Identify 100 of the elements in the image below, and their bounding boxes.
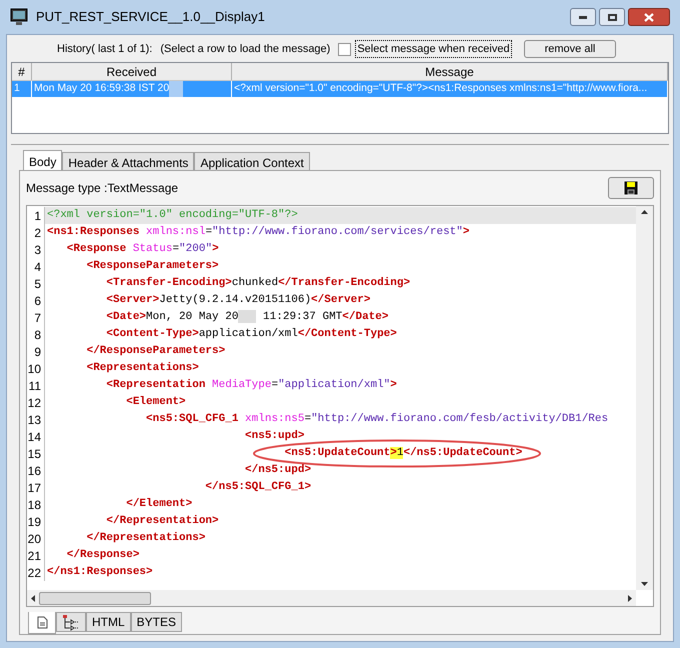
code-token: <ns5:UpdateCount	[284, 447, 390, 460]
code-token: </ns5:UpdateCount>	[403, 447, 522, 460]
document-icon	[36, 616, 48, 629]
scroll-thumb[interactable]	[39, 592, 151, 604]
history-hint: (Select a row to load the message)	[160, 42, 330, 57]
code-token: application/xml	[198, 328, 298, 340]
window-title: PUT_REST_SERVICE__1.0__Display1	[36, 8, 265, 26]
close-button[interactable]	[628, 8, 670, 26]
line-number: 15	[27, 445, 45, 462]
line-number: 17	[27, 479, 45, 496]
line-number: 13	[27, 411, 45, 428]
scroll-right-icon	[628, 594, 632, 602]
line-number: 20	[27, 530, 45, 547]
close-icon	[644, 12, 654, 22]
redaction-block	[238, 310, 256, 323]
code-token: </ns5:SQL_CFG_1>	[204, 481, 312, 494]
tab[interactable]: Application Context	[194, 152, 310, 170]
code-token: "http://www.fiorano.com/services/rest"	[212, 226, 463, 238]
code-token: >	[390, 379, 397, 392]
tree-icon	[62, 614, 80, 630]
code-token: <Date>	[105, 311, 146, 324]
code-token: =	[304, 413, 312, 426]
code-token: </Content-Type>	[298, 328, 397, 340]
horizontal-scrollbar[interactable]	[27, 590, 636, 606]
code-token: <ns1:Responses	[47, 226, 140, 238]
table-cell-text: <?xml version="1.0" encoding="UTF-8"?><ns1:Responses xmlns:ns1="http://www.fiora...	[234, 81, 648, 96]
tab[interactable]: Header & Attachments	[62, 152, 194, 170]
save-button[interactable]	[608, 177, 654, 199]
code-token: <?xml version="1.0" encoding="UTF-8"?>	[47, 209, 298, 222]
vertical-scrollbar[interactable]	[636, 206, 653, 590]
code-token: </ResponseParameters>	[86, 345, 226, 358]
code-token: <ns5:upd>	[244, 430, 304, 442]
checkbox-label: Select message when received	[355, 40, 512, 58]
line-number: 22	[27, 564, 45, 581]
code-token: <Content-Type>	[105, 328, 199, 340]
line-number: 8	[27, 326, 45, 343]
code-token: <Server>	[105, 294, 160, 306]
code-token: "application/xml"	[278, 379, 390, 392]
code-token: </Representations>	[86, 532, 206, 544]
view-tab[interactable]: HTML	[86, 612, 131, 632]
code-token: >	[390, 447, 397, 460]
scroll-down-icon	[641, 582, 648, 586]
line-number: 14	[27, 428, 45, 445]
line-number: 2	[27, 224, 45, 241]
column-header[interactable]: #	[12, 63, 32, 80]
code-token: </ns1:Responses>	[47, 566, 153, 578]
line-number: 9	[27, 343, 45, 360]
column-header[interactable]: Message	[232, 63, 668, 80]
column-header[interactable]: Received	[32, 63, 232, 80]
code-token: chunked	[232, 277, 278, 290]
code-token: <ns5:SQL_CFG_1	[145, 413, 238, 426]
code-token: </Element>	[125, 498, 192, 510]
scroll-left-icon	[31, 594, 35, 602]
line-number: 19	[27, 513, 45, 530]
line-number: 5	[27, 275, 45, 292]
select-checkbox[interactable]	[338, 42, 352, 56]
view-tab[interactable]	[56, 612, 86, 632]
message-type-label: Message type :TextMessage	[26, 180, 178, 197]
code-token: >	[212, 243, 219, 256]
line-number: 10	[27, 360, 45, 377]
line-number: 7	[27, 309, 45, 326]
code-token: =	[172, 243, 180, 256]
code-token: <Representations>	[86, 362, 199, 374]
code-token: >	[462, 226, 470, 238]
tab[interactable]: Body	[23, 150, 62, 170]
line-number: 18	[27, 496, 45, 513]
code-token: =	[271, 379, 278, 392]
line-number: 11	[27, 377, 45, 394]
code-token: <Representation	[105, 379, 206, 392]
code-token: Status	[132, 243, 172, 256]
code-token: MediaType	[211, 379, 272, 392]
code-token: xmlns:ns5	[244, 413, 304, 426]
code-token: =	[205, 226, 212, 238]
code-token: Jetty(9.2.14.v20151106)	[159, 294, 312, 306]
code-token: </Date>	[342, 311, 388, 324]
code-token: xmlns:nsl	[145, 226, 206, 238]
monitor-icon	[10, 8, 28, 26]
code-token: "http://www.fiorano.com/fesb/activity/DB1/Res	[311, 413, 608, 426]
table-cell-text: 1	[14, 81, 20, 96]
minimize-button[interactable]	[570, 8, 596, 26]
code-token: </ns5:upd>	[244, 464, 312, 476]
code-token: <Element>	[125, 396, 186, 408]
code-token: Mon, 20 May 20	[146, 311, 238, 324]
table-cell-text: Mon May 20 16:59:38 IST 20	[34, 81, 170, 96]
code-token: 11:29:37 GMT	[262, 311, 342, 324]
history-label: History( last 1 of 1):	[57, 42, 152, 57]
code-token: <Response	[66, 243, 126, 256]
code-token: </Server>	[311, 294, 370, 306]
code-token: </Transfer-Encoding>	[278, 277, 410, 290]
scroll-up-icon	[641, 210, 648, 214]
code-token: </Response>	[66, 549, 140, 562]
view-tab[interactable]: BYTES	[130, 612, 182, 632]
code-token: <Transfer-Encoding>	[105, 277, 232, 290]
code-token: <ResponseParameters>	[86, 260, 219, 272]
code-token: "200"	[179, 243, 212, 256]
line-number: 4	[27, 258, 45, 275]
maximize-button[interactable]	[599, 8, 625, 26]
code-token: </Representation>	[105, 515, 219, 528]
remove-all-button[interactable]: remove all	[524, 40, 616, 58]
view-tab[interactable]	[28, 612, 56, 634]
